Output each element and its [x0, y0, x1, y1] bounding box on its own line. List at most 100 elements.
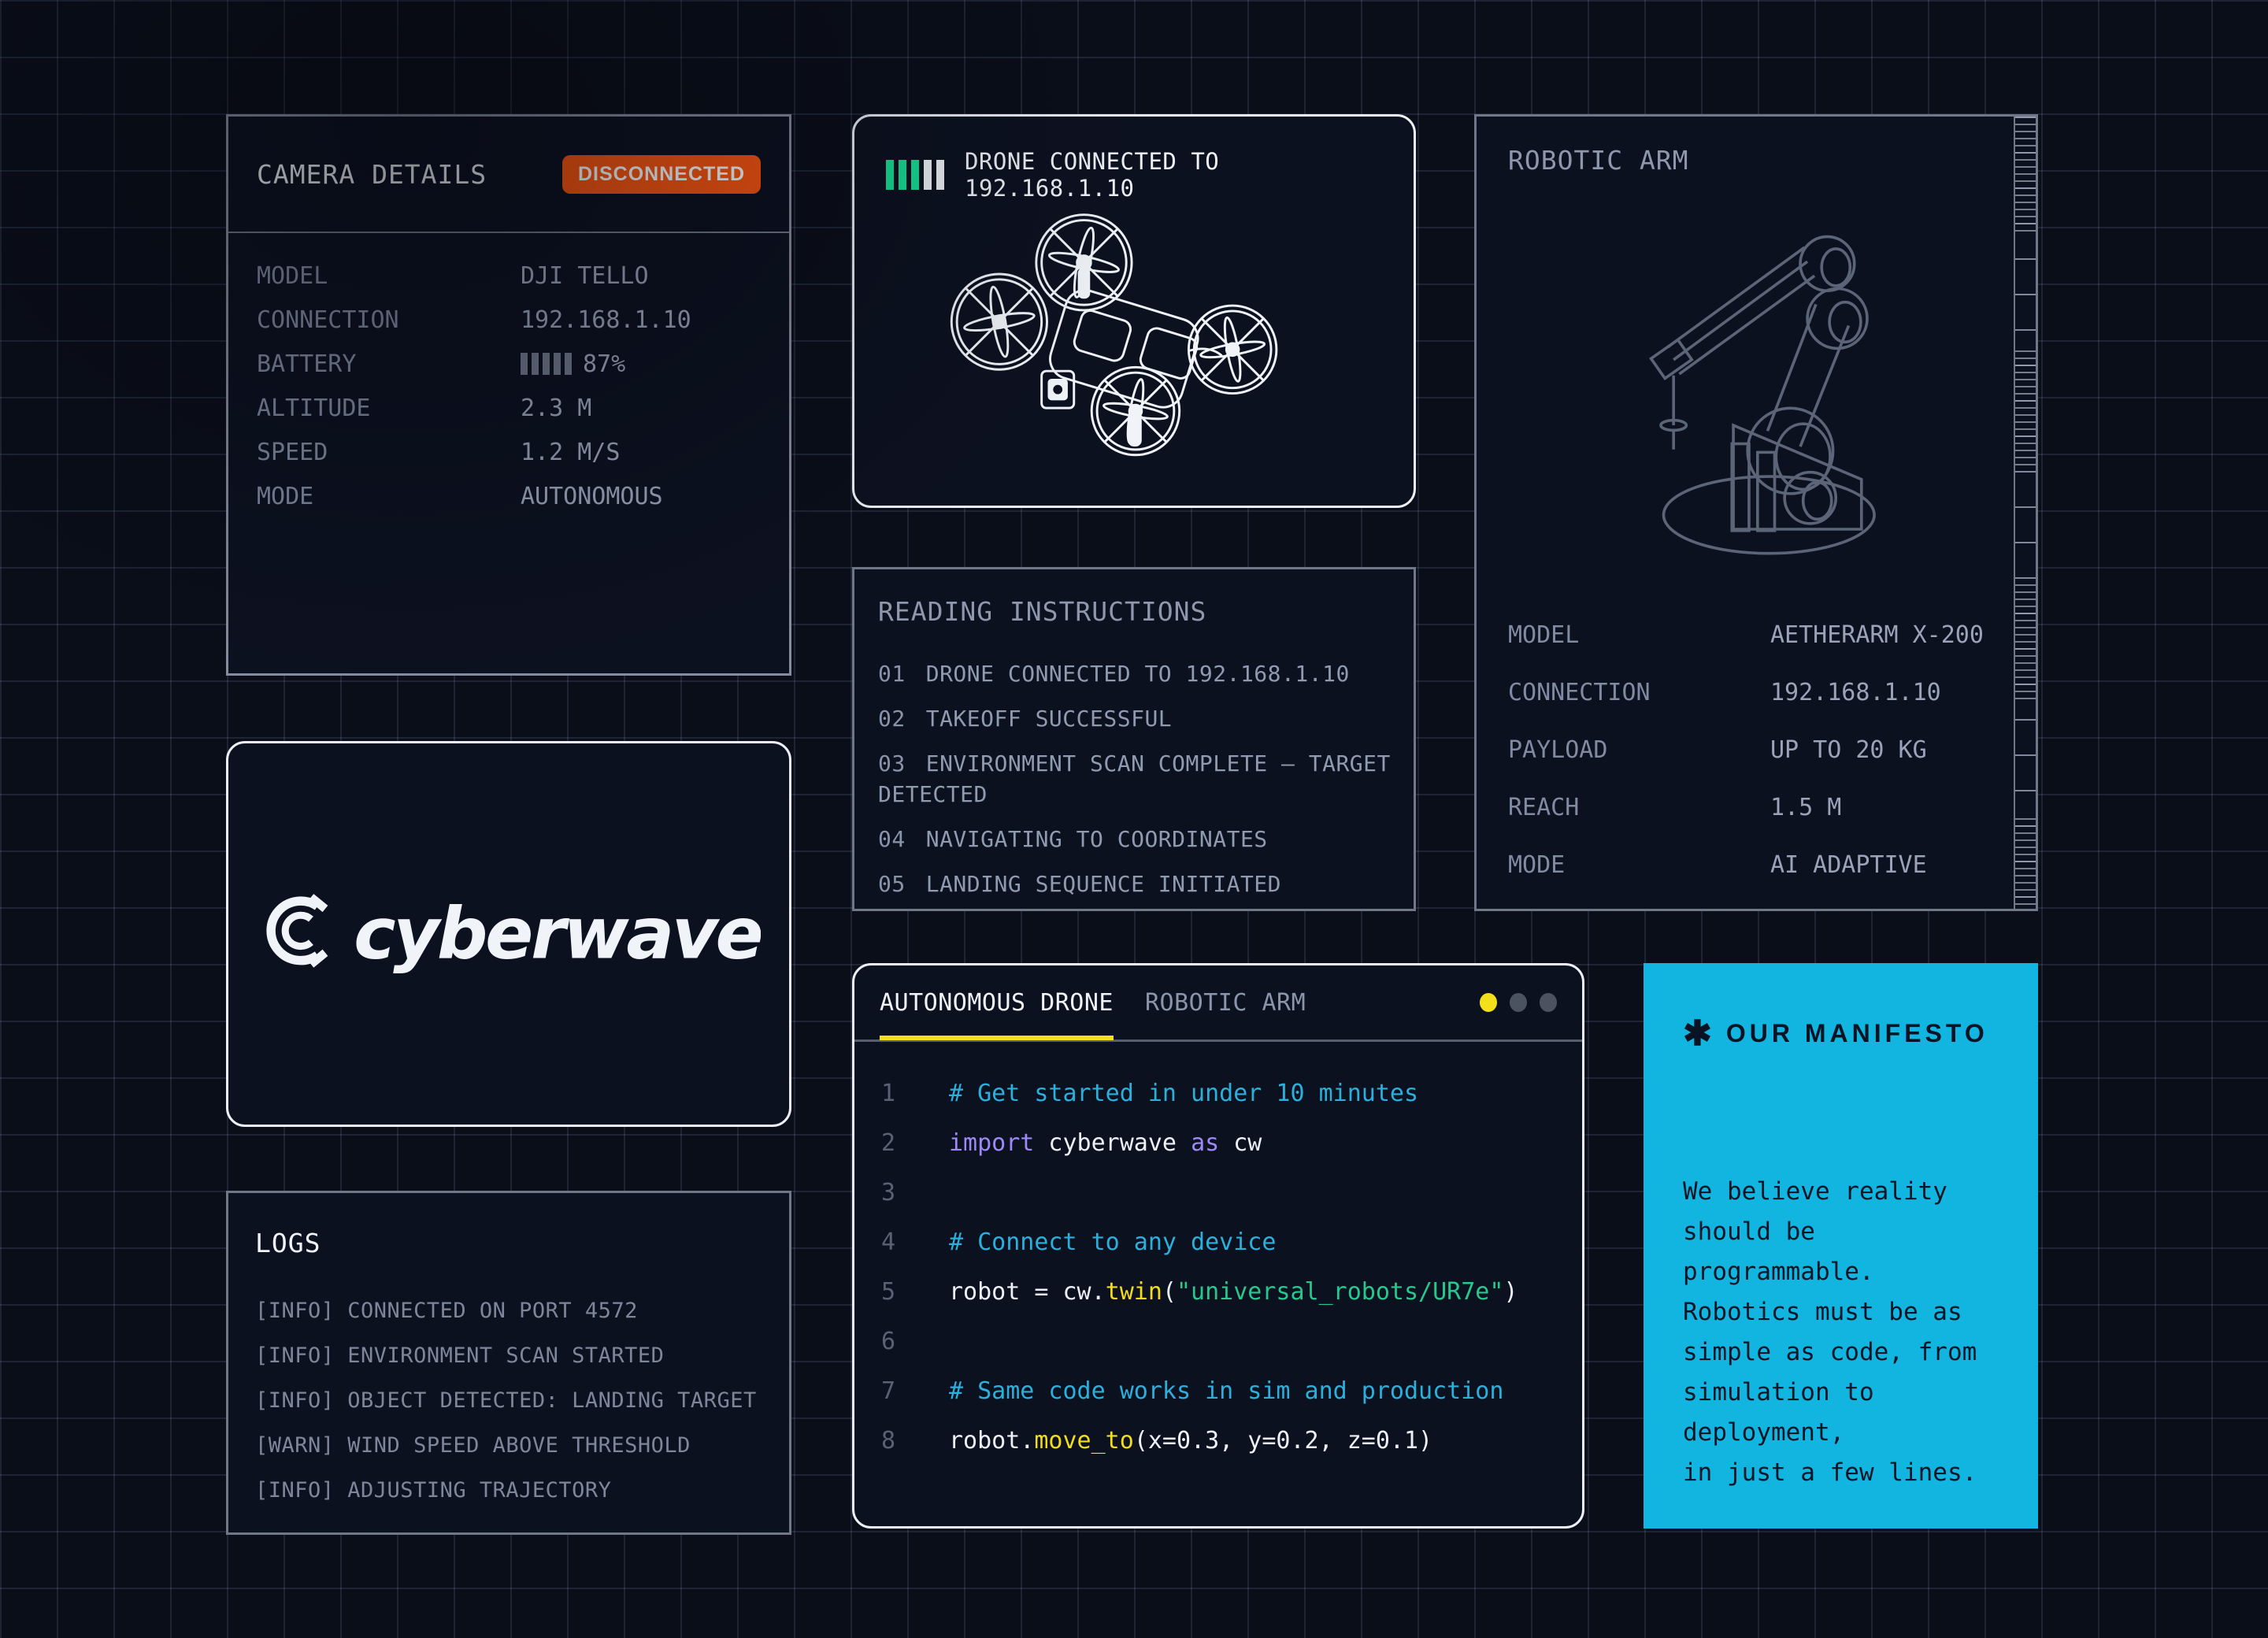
logs-title: LOGS — [255, 1228, 321, 1258]
instruction-item: 05LANDING SEQUENCE INITIATED — [878, 869, 1392, 899]
code-token: robot = cw. — [949, 1278, 1106, 1306]
cyberwave-wordmark: cyberwave — [354, 892, 761, 975]
code-token: (x=0.3, y=0.2, z=0.1) — [1134, 1427, 1432, 1455]
log-line: [INFO] ADJUSTING TRAJECTORY — [255, 1468, 765, 1513]
line-number: 2 — [881, 1118, 913, 1168]
code-token: # Same code works in sim and production — [949, 1377, 1503, 1405]
line-number: 3 — [881, 1168, 913, 1217]
detail-value-text: 2.3 M — [521, 395, 591, 422]
code-editor-panel: AUTONOMOUS DRONE ROBOTIC ARM 1# Get start… — [852, 963, 1584, 1529]
code-text: robot.move_to(x=0.3, y=0.2, z=0.1) — [949, 1416, 1432, 1466]
code-token: ) — [1503, 1278, 1518, 1306]
cyberwave-emblem-icon — [271, 897, 325, 964]
code-token: import — [949, 1129, 1034, 1157]
camera-details-panel: CAMERA DETAILS DISCONNECTED MODELDJI TEL… — [226, 114, 791, 676]
camera-details-header: CAMERA DETAILS DISCONNECTED — [228, 117, 789, 233]
code-line: 8 robot.move_to(x=0.3, y=0.2, z=0.1) — [881, 1416, 1555, 1466]
manifesto-title: ✱ OUR MANIFESTO — [1683, 1014, 2000, 1054]
detail-label: ALTITUDE — [257, 395, 521, 422]
battery-bars-icon — [521, 353, 572, 375]
detail-value: DJI TELLO — [521, 262, 761, 290]
detail-label: MODE — [1508, 851, 1770, 879]
detail-label: PAYLOAD — [1508, 736, 1770, 764]
manifesto-title-text: OUR MANIFESTO — [1726, 1019, 1988, 1048]
detail-row: MODEAUTONOMOUS — [257, 474, 761, 518]
code-text: robot = cw.twin("universal_robots/UR7e") — [949, 1267, 1518, 1317]
code-line: 7# Same code works in sim and production — [881, 1366, 1555, 1416]
instruction-item: 02TAKEOFF SUCCESSFUL — [878, 703, 1392, 734]
instruction-text: ENVIRONMENT SCAN COMPLETE – TARGET DETEC… — [878, 750, 1391, 807]
logs-panel: LOGS [INFO] CONNECTED ON PORT 4572 [INFO]… — [226, 1191, 791, 1535]
window-dot[interactable] — [1540, 993, 1557, 1012]
detail-value: AUTONOMOUS — [521, 483, 761, 510]
detail-row: CONNECTION192.168.1.10 — [1508, 664, 2015, 721]
log-line: [INFO] CONNECTED ON PORT 4572 — [255, 1288, 765, 1333]
battery-bar — [532, 353, 539, 375]
arm-details-rows: MODELAETHERARM X-200 CONNECTION192.168.1.… — [1477, 606, 2015, 894]
instructions-title: READING INSTRUCTIONS — [878, 596, 1206, 627]
code-token: ( — [1162, 1278, 1177, 1306]
code-line: 1# Get started in under 10 minutes — [881, 1069, 1555, 1118]
line-number: 5 — [881, 1267, 913, 1317]
code-line: 6 — [881, 1317, 1555, 1366]
detail-value: 87% — [521, 350, 761, 378]
code-token: cw — [1219, 1129, 1262, 1157]
code-line: 3 — [881, 1168, 1555, 1217]
tab-robotic-arm[interactable]: ROBOTIC ARM — [1145, 989, 1306, 1017]
detail-label: SPEED — [257, 439, 521, 466]
detail-value: 1.2 M/S — [521, 439, 761, 466]
battery-bar — [521, 353, 528, 375]
signal-bar — [924, 160, 932, 190]
camera-details-title: CAMERA DETAILS — [257, 159, 487, 190]
detail-label: MODE — [257, 483, 521, 510]
code-editor-body: 1# Get started in under 10 minutes2 impor… — [854, 1042, 1582, 1466]
log-line: [WARN] WIND SPEED ABOVE THRESHOLD — [255, 1423, 765, 1468]
detail-row: ALTITUDE2.3 M — [257, 386, 761, 430]
detail-value: 192.168.1.10 — [521, 306, 761, 334]
detail-label: MODEL — [1508, 621, 1770, 649]
detail-value-text: DJI TELLO — [521, 262, 649, 290]
drone-title: DRONE CONNECTED TO 192.168.1.10 — [965, 148, 1382, 202]
manifesto-panel: ✱ OUR MANIFESTO We believe reality shoul… — [1644, 963, 2038, 1529]
asterisk-icon: ✱ — [1683, 1014, 1712, 1054]
line-number: 6 — [881, 1317, 913, 1366]
detail-value: 2.3 M — [521, 395, 761, 422]
code-token: twin — [1106, 1278, 1162, 1306]
signal-bars-icon — [886, 160, 944, 190]
line-number: 1 — [881, 1069, 913, 1118]
line-number: 8 — [881, 1416, 913, 1466]
code-text: # Connect to any device — [949, 1217, 1276, 1267]
instructions-panel: READING INSTRUCTIONS 01DRONE CONNECTED T… — [852, 567, 1416, 911]
signal-bar — [886, 160, 894, 190]
code-text: # Same code works in sim and production — [949, 1366, 1503, 1416]
window-dots — [1480, 993, 1557, 1012]
code-text: import cyberwave as cw — [949, 1118, 1262, 1168]
code-token: robot. — [949, 1427, 1034, 1455]
instruction-text: LANDING SEQUENCE INITIATED — [926, 871, 1281, 897]
tab-autonomous-drone[interactable]: AUTONOMOUS DRONE — [880, 989, 1114, 1017]
code-token: # Connect to any device — [949, 1228, 1276, 1256]
code-token: "universal_robots/UR7e" — [1177, 1278, 1503, 1306]
instruction-text: NAVIGATING TO COORDINATES — [926, 826, 1268, 852]
code-line: 5 robot = cw.twin("universal_robots/UR7e"… — [881, 1267, 1555, 1317]
detail-value-text: 1.2 M/S — [521, 439, 620, 466]
instruction-number: 03 — [878, 750, 906, 776]
detail-value: AI ADAPTIVE — [1770, 851, 2015, 879]
window-dot[interactable] — [1480, 993, 1497, 1012]
signal-bar — [936, 160, 944, 190]
code-line: 4 # Connect to any device — [881, 1217, 1555, 1267]
camera-details-rows: MODELDJI TELLOCONNECTION192.168.1.10BATT… — [228, 233, 789, 518]
detail-value: AETHERARM X-200 — [1770, 621, 2015, 649]
battery-bar — [554, 353, 561, 375]
code-token: as — [1191, 1129, 1219, 1157]
code-token: cyberwave — [1034, 1129, 1191, 1157]
ruler-ticks — [2014, 117, 2036, 909]
detail-value: UP TO 20 KG — [1770, 736, 2015, 764]
instruction-item: 03ENVIRONMENT SCAN COMPLETE – TARGET DET… — [878, 748, 1392, 810]
cyberwave-logo: cyberwave — [257, 884, 761, 984]
line-number: 4 — [881, 1217, 913, 1267]
detail-value-text: 1.5 M — [1770, 794, 1841, 821]
window-dot[interactable] — [1510, 993, 1527, 1012]
detail-label: CONNECTION — [257, 306, 521, 334]
instruction-number: 02 — [878, 706, 906, 732]
